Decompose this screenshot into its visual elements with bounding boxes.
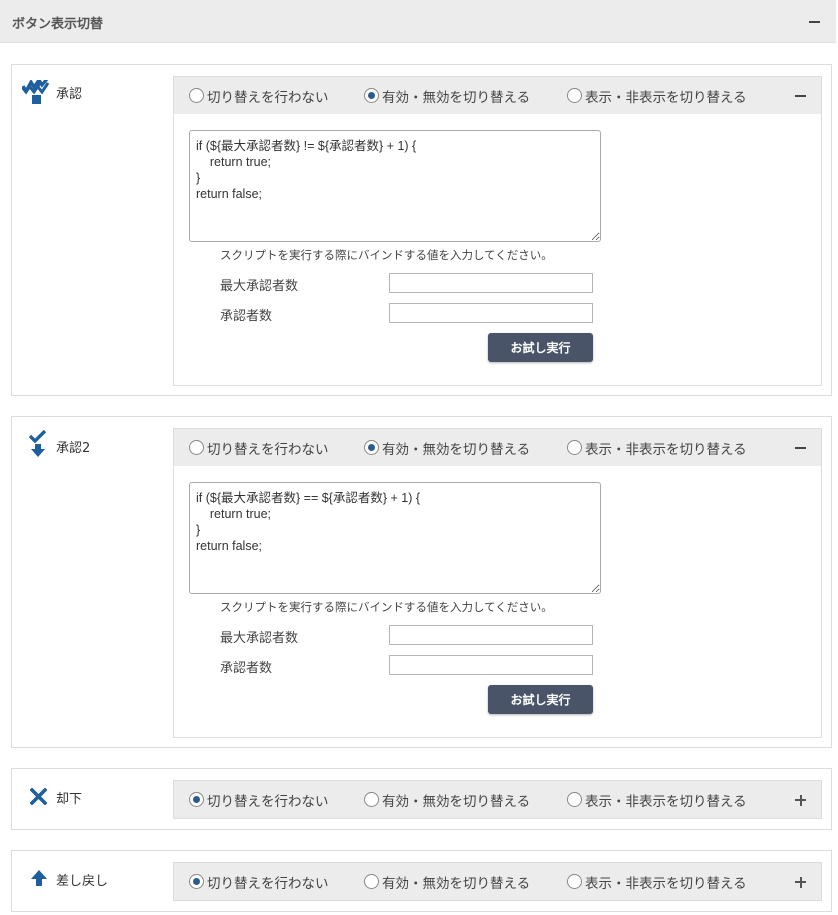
radio-label: 表示・非表示を切り替える: [585, 875, 747, 892]
bind-hint-text: スクリプトを実行する際にバインドする値を入力してください。: [220, 248, 553, 262]
radio-label: 有効・無効を切り替える: [382, 441, 531, 458]
radio-label: 有効・無効を切り替える: [382, 793, 531, 810]
radio-button[interactable]: [189, 874, 204, 889]
minus-icon: [795, 95, 806, 97]
reject-x-icon: [29, 787, 48, 806]
radio-label: 切り替えを行わない: [207, 89, 329, 106]
radio-button[interactable]: [364, 874, 379, 889]
radio-label: 表示・非表示を切り替える: [585, 441, 747, 458]
field-label-max-approvers: 最大承認者数: [220, 631, 299, 646]
radio-enable-disable[interactable]: 有効・無効を切り替える: [364, 429, 530, 466]
radio-label: 表示・非表示を切り替える: [585, 89, 747, 106]
panel-collapse-button[interactable]: [794, 89, 808, 103]
radio-enable-disable[interactable]: 有効・無効を切り替える: [364, 77, 530, 114]
minus-icon: [795, 447, 806, 449]
card-label: 承認: [56, 87, 83, 102]
radio-group: 切り替えを行わない 有効・無効を切り替える 表示・非表示を切り替える: [174, 77, 821, 114]
radio-label: 有効・無効を切り替える: [382, 89, 531, 106]
card-label: 却下: [56, 792, 83, 807]
panel-expand-button[interactable]: [794, 875, 808, 889]
radio-button[interactable]: [567, 440, 582, 455]
card-label: 差し戻し: [56, 874, 109, 889]
radio-button[interactable]: [567, 874, 582, 889]
toggle-panel: 切り替えを行わない 有効・無効を切り替える 表示・非表示を切り替える if ($…: [173, 428, 822, 738]
minus-icon: [809, 21, 820, 23]
button-card-sendback: 差し戻し 切り替えを行わない 有効・無効を切り替える 表示・非表示を切り替える: [11, 850, 832, 912]
radio-show-hide[interactable]: 表示・非表示を切り替える: [567, 863, 747, 900]
radio-show-hide[interactable]: 表示・非表示を切り替える: [567, 781, 747, 818]
radio-button[interactable]: [364, 792, 379, 807]
sendback-up-arrow-icon: [30, 869, 48, 887]
check-down-arrow-icon: [28, 429, 47, 458]
button-card-reject: 却下 切り替えを行わない 有効・無効を切り替える 表示・非表示を切り替える: [11, 768, 832, 830]
try-run-button[interactable]: お試し実行: [488, 685, 593, 714]
field-label-max-approvers: 最大承認者数: [220, 279, 299, 294]
button-card-approve: 承認 切り替えを行わない 有効・無効を切り替える 表示・非表示を切り替える if…: [11, 64, 832, 396]
radio-group: 切り替えを行わない 有効・無効を切り替える 表示・非表示を切り替える: [174, 863, 821, 900]
section-title: ボタン表示切替: [12, 17, 104, 32]
panel-expand-button[interactable]: [794, 793, 808, 807]
try-run-button[interactable]: お試し実行: [488, 333, 593, 362]
section-collapse-button[interactable]: [808, 15, 822, 29]
radio-button[interactable]: [364, 440, 379, 455]
section-header: ボタン表示切替: [0, 0, 836, 43]
script-textarea[interactable]: if (${最大承認者数} != ${承認者数} + 1) { return t…: [189, 130, 601, 242]
radio-label: 表示・非表示を切り替える: [585, 793, 747, 810]
radio-label: 切り替えを行わない: [207, 441, 329, 458]
button-card-approve2: 承認2 切り替えを行わない 有効・無効を切り替える 表示・非表示を切り替える i…: [11, 416, 832, 748]
radio-button[interactable]: [364, 88, 379, 103]
panel-collapse-button[interactable]: [794, 441, 808, 455]
radio-enable-disable[interactable]: 有効・無効を切り替える: [364, 781, 530, 818]
radio-button[interactable]: [189, 440, 204, 455]
radio-group: 切り替えを行わない 有効・無効を切り替える 表示・非表示を切り替える: [174, 429, 821, 466]
radio-no-toggle[interactable]: 切り替えを行わない: [189, 863, 329, 900]
radio-enable-disable[interactable]: 有効・無効を切り替える: [364, 863, 530, 900]
radio-no-toggle[interactable]: 切り替えを行わない: [189, 429, 329, 466]
bind-hint-text: スクリプトを実行する際にバインドする値を入力してください。: [220, 600, 553, 614]
radio-label: 切り替えを行わない: [207, 793, 329, 810]
radio-button[interactable]: [189, 792, 204, 807]
radio-group: 切り替えを行わない 有効・無効を切り替える 表示・非表示を切り替える: [174, 781, 821, 818]
max-approvers-input[interactable]: [389, 625, 593, 645]
radio-label: 切り替えを行わない: [207, 875, 329, 892]
radio-button[interactable]: [567, 88, 582, 103]
approvers-input[interactable]: [389, 303, 593, 323]
approvers-input[interactable]: [389, 655, 593, 675]
approve-multi-icon: [20, 77, 54, 106]
radio-no-toggle[interactable]: 切り替えを行わない: [189, 77, 329, 114]
radio-label: 有効・無効を切り替える: [382, 875, 531, 892]
script-textarea[interactable]: if (${最大承認者数} == ${承認者数} + 1) { return t…: [189, 482, 601, 594]
toggle-panel: 切り替えを行わない 有効・無効を切り替える 表示・非表示を切り替える: [173, 862, 822, 901]
radio-button[interactable]: [189, 88, 204, 103]
toggle-panel: 切り替えを行わない 有効・無効を切り替える 表示・非表示を切り替える if ($…: [173, 76, 822, 386]
toggle-panel: 切り替えを行わない 有効・無効を切り替える 表示・非表示を切り替える: [173, 780, 822, 819]
radio-show-hide[interactable]: 表示・非表示を切り替える: [567, 77, 747, 114]
plus-icon-vertical: [799, 794, 802, 806]
field-label-approvers: 承認者数: [220, 661, 273, 676]
plus-icon-vertical: [799, 876, 802, 888]
max-approvers-input[interactable]: [389, 273, 593, 293]
card-label: 承認2: [56, 441, 91, 456]
field-label-approvers: 承認者数: [220, 309, 273, 324]
radio-no-toggle[interactable]: 切り替えを行わない: [189, 781, 329, 818]
radio-show-hide[interactable]: 表示・非表示を切り替える: [567, 429, 747, 466]
radio-button[interactable]: [567, 792, 582, 807]
